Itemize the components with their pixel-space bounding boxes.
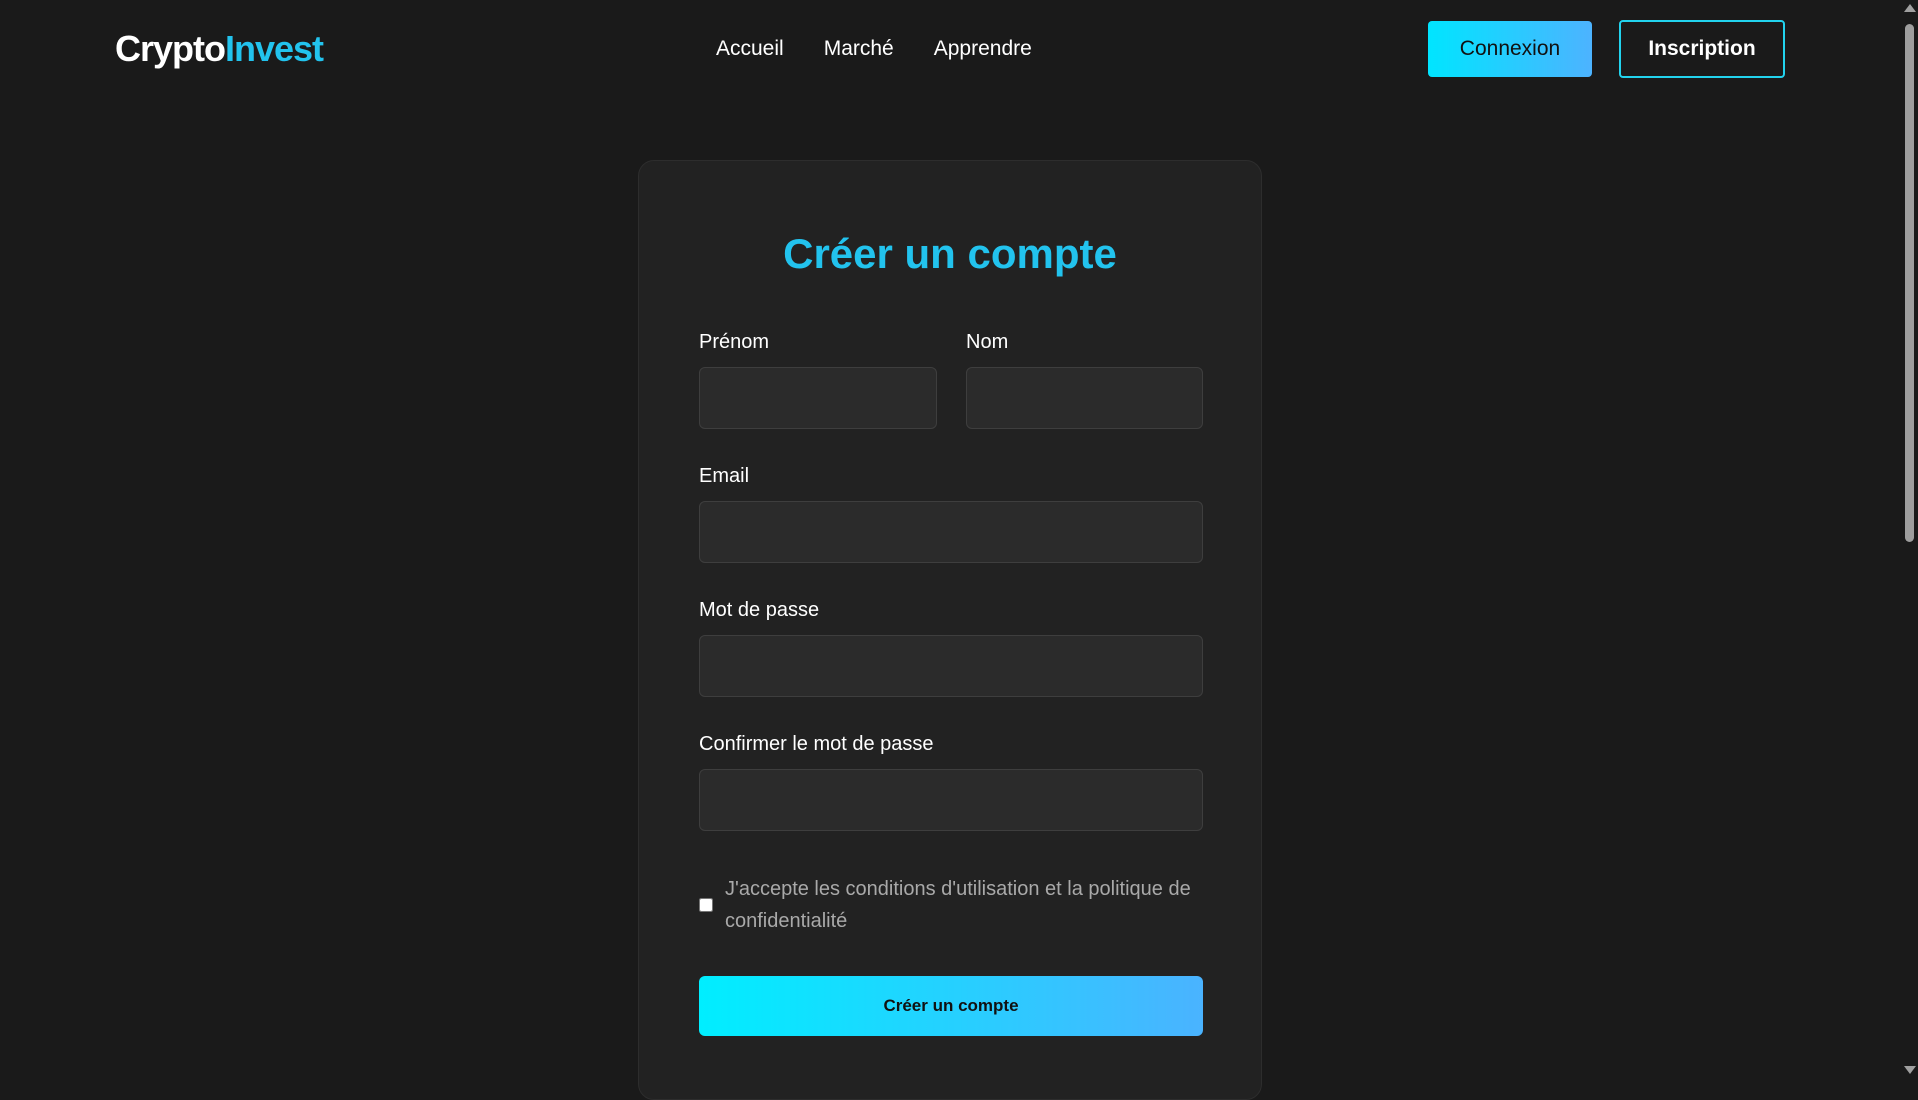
terms-row: J'accepte les conditions d'utilisation e… [699,873,1209,937]
terms-checkbox[interactable] [699,898,713,912]
page-scrollbar[interactable] [1900,0,1918,1079]
confirm-password-input[interactable] [699,769,1203,831]
scroll-thumb[interactable] [1905,24,1914,542]
nav-link-accueil[interactable]: Accueil [716,36,784,62]
signup-button[interactable]: Inscription [1619,20,1785,78]
scroll-up-arrow-icon[interactable] [1904,4,1916,12]
password-input[interactable] [699,635,1203,697]
nav-link-marche[interactable]: Marché [824,36,894,62]
nav-link-apprendre[interactable]: Apprendre [934,36,1032,62]
site-header: CryptoInvest Accueil Marché Apprendre Co… [0,0,1898,98]
logo-text-invest: Invest [225,28,324,69]
signup-card: Créer un compte Prénom Nom Email Mot de … [638,160,1262,1100]
last-name-label: Nom [966,331,1009,353]
email-input[interactable] [699,501,1203,563]
last-name-input[interactable] [966,367,1203,429]
form-title: Créer un compte [783,230,1117,277]
confirm-password-label: Confirmer le mot de passe [699,733,934,755]
create-account-button[interactable]: Créer un compte [699,976,1203,1036]
first-name-input[interactable] [699,367,937,429]
logo[interactable]: CryptoInvest [115,28,324,70]
main-nav: Accueil Marché Apprendre [716,36,1032,62]
logo-text-crypto: Crypto [115,28,226,69]
terms-text[interactable]: J'accepte les conditions d'utilisation e… [725,873,1209,937]
first-name-label: Prénom [699,331,770,353]
email-label: Email [699,465,750,487]
login-button[interactable]: Connexion [1428,21,1592,77]
password-label: Mot de passe [699,599,820,621]
scroll-down-arrow-icon[interactable] [1904,1066,1916,1074]
